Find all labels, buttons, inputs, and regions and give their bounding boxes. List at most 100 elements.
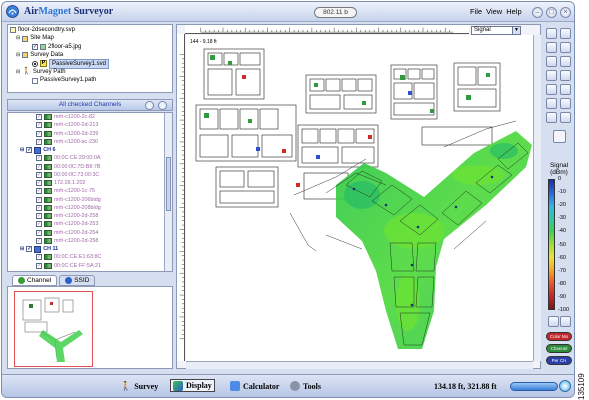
zoom-fit-icon[interactable] — [560, 98, 571, 109]
radio-selected-icon[interactable] — [32, 60, 38, 67]
checkbox-icon[interactable]: ✓ — [36, 122, 42, 129]
access-point-item[interactable]: ✓ mrh-c1200-2d-258 — [8, 237, 172, 245]
tree-item-path-file[interactable]: PassiveSurvey1.path — [10, 76, 170, 84]
chevron-down-icon[interactable]: ▼ — [512, 27, 520, 34]
maximize-icon[interactable]: □ — [546, 7, 557, 18]
checkbox-icon[interactable]: ✓ — [26, 147, 33, 154]
menu-view[interactable]: View — [486, 7, 502, 16]
access-point-item[interactable]: ✓ mrh-c1200-2d-254 — [8, 229, 172, 237]
collapse-icon[interactable]: ⊟ — [20, 245, 24, 253]
access-point-item[interactable]: ✓ mrh-c1200-2c-82 — [8, 113, 172, 121]
channel-button[interactable]: Channel — [546, 344, 572, 353]
access-point-item[interactable]: ✓ mrh-c1200-206bldg — [8, 196, 172, 204]
checkbox-icon[interactable]: ✓ — [36, 188, 42, 195]
tree-item-survey-file[interactable]: P PassiveSurvey1.svd — [10, 58, 170, 69]
site-map-canvas[interactable]: 144 - 9.18 ft — [186, 35, 533, 361]
checkbox-icon[interactable]: ✓ — [36, 262, 42, 269]
signal-bars-icon[interactable] — [560, 112, 571, 123]
filter-icon[interactable] — [145, 101, 154, 110]
menu-help[interactable]: Help — [506, 7, 521, 16]
expand-icon[interactable] — [158, 101, 167, 110]
access-point-item[interactable]: ✓ 00:0C:CE:FF:5A:21 — [8, 262, 172, 270]
print-icon[interactable] — [560, 28, 571, 39]
access-point-item[interactable]: ✓ mrh-c1200-ac-230 — [8, 138, 172, 146]
zoom-in-icon[interactable] — [546, 84, 557, 95]
layers-icon[interactable] — [546, 70, 557, 81]
access-point-item[interactable]: ✓ mrh-c1200-2d-258 — [8, 212, 172, 220]
settings-icon[interactable] — [548, 316, 559, 327]
tab-ssid[interactable]: SSID — [59, 275, 96, 286]
checkbox-icon[interactable]: ✓ — [36, 180, 42, 187]
pin-icon[interactable] — [560, 316, 571, 327]
wand-icon[interactable] — [546, 28, 557, 39]
checkbox-icon[interactable]: ✓ — [36, 196, 42, 203]
collapse-icon[interactable]: ⊟ — [20, 146, 24, 154]
tools-button[interactable]: Tools — [290, 381, 321, 391]
checkbox-icon[interactable]: ✓ — [36, 213, 42, 220]
overview-map-image — [15, 292, 92, 366]
tree-item-project[interactable]: floor-2dsecondtry.svp — [10, 26, 170, 34]
checkbox-icon[interactable]: ✓ — [36, 254, 42, 261]
per-channel-button[interactable]: Per CH — [546, 356, 572, 365]
collapse-icon[interactable]: ⊟ — [16, 51, 20, 59]
checkbox-icon[interactable]: ✓ — [36, 130, 42, 137]
mode-chip[interactable]: 802.11 b — [314, 7, 357, 18]
access-point-item[interactable]: ✓ mrh-c1200-208bldg — [8, 204, 172, 212]
access-point-item[interactable]: ✓ 00:0C:CE:29:00:0A — [8, 154, 172, 162]
checkbox-icon[interactable]: ✓ — [36, 163, 42, 170]
heatmap-type-select[interactable]: Signal ▼ — [471, 26, 521, 35]
checkbox-icon[interactable]: ✓ — [26, 246, 33, 253]
help-icon[interactable] — [560, 56, 571, 67]
open-icon[interactable] — [546, 42, 557, 53]
checkbox-icon[interactable]: ✓ — [36, 229, 42, 236]
crosshair-icon[interactable] — [546, 112, 557, 123]
channel-group[interactable]: ⊟ ✓ CH 6 — [8, 146, 172, 154]
checkbox-icon[interactable]: ✓ — [32, 43, 38, 50]
tree-item-survey-path[interactable]: ⊟ 🚶 Survey Path — [10, 68, 170, 76]
access-point-label: mrh-c1200-1c-75 — [54, 188, 96, 195]
tree-item-site-image[interactable]: ✓ 2floor-a5.jpg — [10, 43, 170, 51]
access-point-item[interactable]: ✓ mrh-c1200-2d-239 — [8, 130, 172, 138]
calculator-button[interactable]: Calculator — [230, 381, 279, 391]
globe-icon[interactable] — [560, 70, 571, 81]
zoom-area-icon[interactable] — [546, 98, 557, 109]
checkbox-icon[interactable]: ✓ — [36, 221, 42, 228]
access-point-item[interactable]: ✓ mrh-c1200-2d-213 — [8, 121, 172, 129]
channel-list-scrollbar[interactable] — [164, 113, 172, 271]
access-point-icon — [44, 163, 52, 170]
access-point-item[interactable]: ✓ mrh-c1200-1c-75 — [8, 187, 172, 195]
export-icon[interactable] — [546, 56, 557, 67]
zoom-out-icon[interactable] — [560, 84, 571, 95]
checkbox-icon[interactable]: ✓ — [36, 155, 42, 162]
access-point-item[interactable]: ✓ 172.28.1.202 — [8, 179, 172, 187]
close-icon[interactable]: × — [560, 7, 571, 18]
scroll-thumb[interactable] — [166, 157, 171, 211]
status-orb-icon[interactable] — [559, 380, 571, 392]
checkbox-icon[interactable]: ✓ — [36, 237, 42, 244]
channel-group[interactable]: ⊟ ✓ CH 11 — [8, 245, 172, 253]
access-point-item[interactable]: ✓ mrh-c1200-2d-253 — [8, 220, 172, 228]
color-mode-button[interactable]: Color Mo — [546, 332, 572, 341]
display-button[interactable]: Display — [170, 379, 215, 392]
tree-item-site-map[interactable]: ⊟ Site Map — [10, 34, 170, 42]
checkbox-icon[interactable]: ✓ — [36, 204, 42, 211]
survey-button[interactable]: 🚶 Survey — [120, 381, 158, 392]
access-point-item[interactable]: ✓ 00:00:0C:7D:B8:7B — [8, 163, 172, 171]
save-icon[interactable] — [560, 42, 571, 53]
checkbox-icon[interactable]: ✓ — [36, 171, 42, 178]
menu-file[interactable]: File — [470, 7, 482, 16]
checkbox-icon[interactable]: ✓ — [36, 138, 42, 145]
map-vertical-scrollbar[interactable] — [533, 35, 541, 361]
project-tree: floor-2dsecondtry.svp ⊟ Site Map ✓ 2floo… — [7, 24, 173, 93]
collapse-icon[interactable]: ⊟ — [16, 68, 20, 76]
heatmap-toggle-icon[interactable] — [553, 130, 566, 143]
access-point-item[interactable]: ✓ 00:00:0C:73:00:3C — [8, 171, 172, 179]
map-horizontal-scrollbar[interactable] — [186, 361, 533, 369]
tab-channel[interactable]: Channel — [12, 275, 58, 286]
access-point-icon — [44, 229, 52, 236]
access-point-item[interactable]: ✓ 00:0C:CE:E1:63:8C — [8, 253, 172, 261]
checkbox-icon[interactable]: ✓ — [36, 114, 42, 121]
overview-viewport[interactable] — [14, 291, 93, 367]
collapse-icon[interactable]: ⊟ — [16, 34, 20, 42]
minimize-icon[interactable]: – — [532, 7, 543, 18]
